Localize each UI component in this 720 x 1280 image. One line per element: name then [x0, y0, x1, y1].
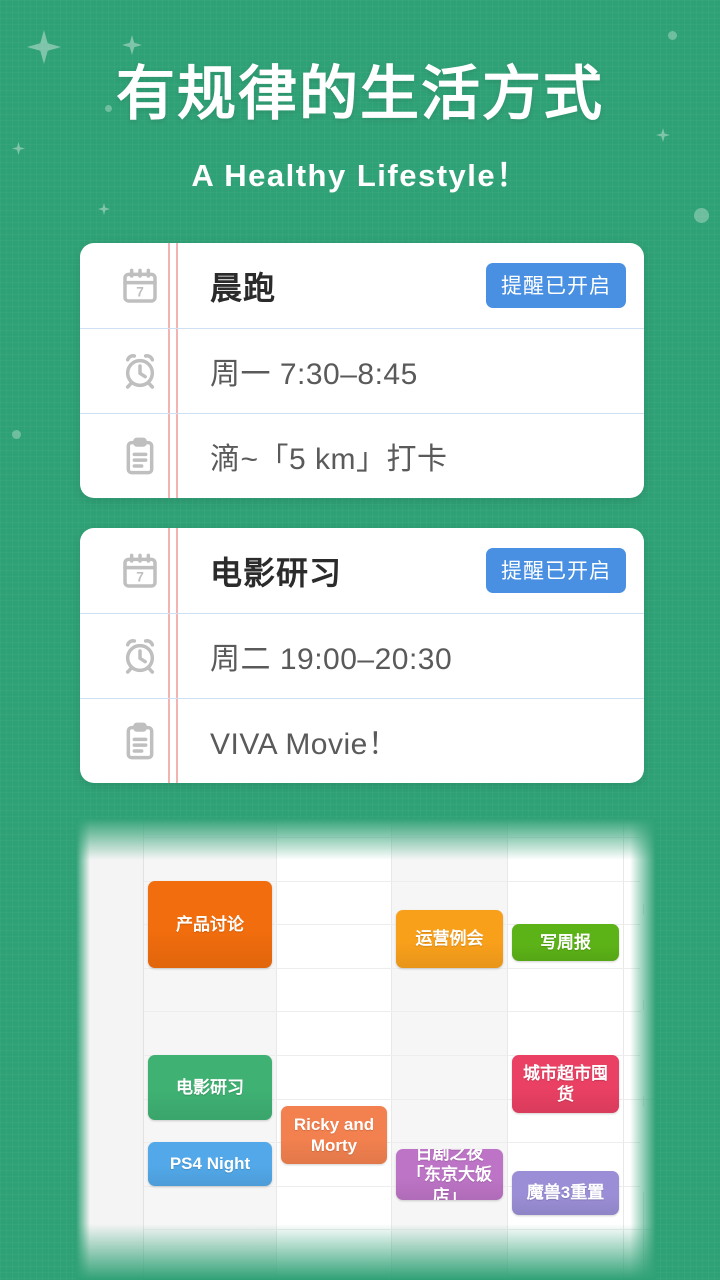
- status-badge[interactable]: 提醒已开启: [486, 263, 626, 308]
- calendar-event[interactable]: 写周报: [512, 924, 619, 960]
- card-title: 晨跑: [210, 263, 276, 309]
- clipboard-icon: [96, 721, 184, 761]
- decorative-dot: [12, 430, 21, 439]
- calendar-hour-line: [144, 1229, 656, 1230]
- card-time-row: 周一 7:30–8:45: [80, 328, 644, 413]
- calendar-event[interactable]: Ricky and Morty: [281, 1106, 387, 1164]
- calendar-event[interactable]: 魔兽3重置: [512, 1171, 619, 1215]
- sparkle-icon: [122, 35, 142, 55]
- alarm-clock-icon: [96, 636, 184, 676]
- calendar-side-tab[interactable]: [640, 1010, 656, 1096]
- calendar-event[interactable]: 运营例会: [396, 910, 503, 968]
- calendar-column[interactable]: [277, 818, 392, 1280]
- calendar-week-view[interactable]: 2PM3PM4PM5PM6PM7PM8PM9PM10PM11PM 产品讨论运营例…: [76, 818, 656, 1280]
- decorative-dot: [694, 208, 709, 223]
- calendar-icon: 7: [96, 551, 184, 591]
- page-subtitle: A Healthy Lifestyle！: [0, 150, 720, 195]
- calendar-event[interactable]: 日剧之夜「东京大饭店」: [396, 1149, 503, 1200]
- card-note: 滴~「5 km」打卡: [210, 434, 448, 478]
- calendar-hour-line: [144, 1011, 656, 1012]
- calendar-column[interactable]: [392, 818, 508, 1280]
- card-title-row: 7 晨跑 提醒已开启: [80, 243, 644, 328]
- card-note-row: VIVA Movie！: [80, 698, 644, 783]
- calendar-canvas[interactable]: 2PM3PM4PM5PM6PM7PM8PM9PM10PM11PM 产品讨论运营例…: [76, 818, 656, 1280]
- calendar-hour-line: [144, 837, 656, 838]
- calendar-side-tab[interactable]: [640, 1106, 656, 1192]
- sparkle-icon: [98, 203, 110, 215]
- calendar-side-tab[interactable]: [640, 818, 656, 904]
- card-title: 电影研习: [210, 548, 342, 594]
- card-time: 周一 7:30–8:45: [210, 349, 418, 393]
- header: 有规律的生活方式 A Healthy Lifestyle！: [0, 58, 720, 195]
- decorative-dot: [668, 31, 677, 40]
- calendar-event[interactable]: 电影研习: [148, 1055, 272, 1120]
- card-note-row: 滴~「5 km」打卡: [80, 413, 644, 498]
- svg-text:7: 7: [136, 284, 144, 299]
- card-title-row: 7 电影研习 提醒已开启: [80, 528, 644, 613]
- calendar-event[interactable]: 产品讨论: [148, 881, 272, 968]
- reminder-card-movie-study[interactable]: 7 电影研习 提醒已开启 周二 19:00–20:30: [80, 528, 644, 783]
- page-title: 有规律的生活方式: [0, 58, 720, 132]
- card-time: 周二 19:00–20:30: [210, 634, 452, 678]
- status-badge[interactable]: 提醒已开启: [486, 548, 626, 593]
- calendar-event[interactable]: PS4 Night: [148, 1142, 272, 1186]
- reminder-card-morning-run[interactable]: 7 晨跑 提醒已开启 周一 7:30–8:45: [80, 243, 644, 498]
- calendar-side-tab[interactable]: [640, 914, 656, 1000]
- calendar-icon: 7: [96, 266, 184, 306]
- calendar-hour-line: [144, 968, 656, 969]
- clipboard-icon: [96, 436, 184, 476]
- alarm-clock-icon: [96, 351, 184, 391]
- card-note: VIVA Movie！: [210, 719, 398, 763]
- svg-text:7: 7: [136, 569, 144, 584]
- card-time-row: 周二 19:00–20:30: [80, 613, 644, 698]
- calendar-hour-gutter: [76, 818, 144, 1280]
- calendar-event[interactable]: 城市超市囤货: [512, 1055, 619, 1113]
